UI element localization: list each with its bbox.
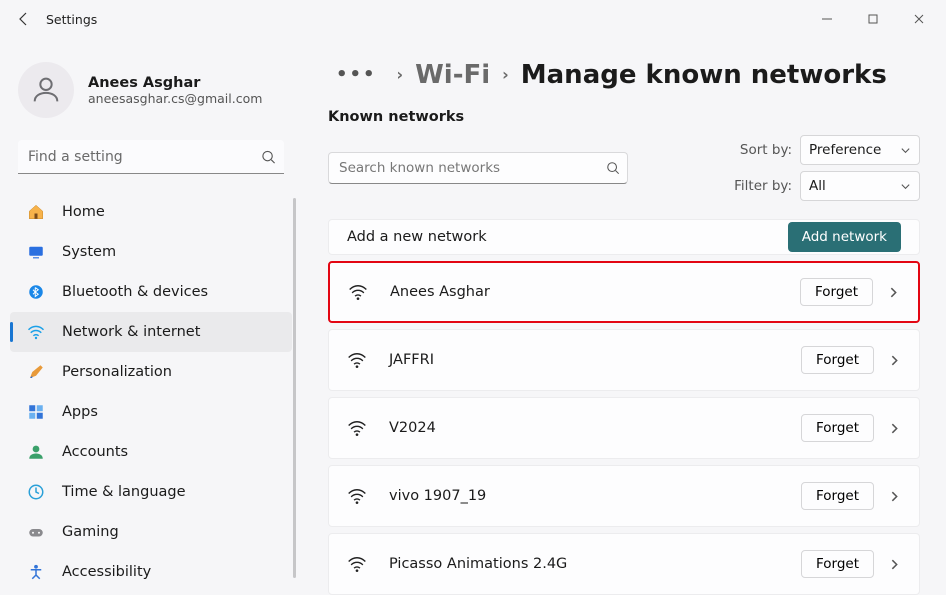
system-icon (26, 242, 46, 262)
nav-item-time-language[interactable]: Time & language (10, 472, 292, 512)
filter-value: All (809, 178, 826, 194)
network-row[interactable]: Anees Asghar Forget (328, 261, 920, 323)
settings-window: Settings Anees Asghar aneesasghar.cs@gma… (0, 0, 946, 595)
close-button[interactable] (896, 0, 942, 38)
nav-label: Personalization (62, 364, 172, 380)
network-row[interactable]: vivo 1907_19 Forget (328, 465, 920, 527)
nav-label: Home (62, 204, 105, 220)
sort-value: Preference (809, 142, 881, 158)
nav: Home System Bluetooth & devices Network … (4, 192, 298, 587)
chevron-right-icon[interactable] (888, 354, 901, 367)
nav-label: Accounts (62, 444, 128, 460)
nav-item-gaming[interactable]: Gaming (10, 512, 292, 552)
nav-item-bluetooth[interactable]: Bluetooth & devices (10, 272, 292, 312)
user-name: Anees Asghar (88, 75, 262, 91)
personalization-icon (26, 362, 46, 382)
window-title: Settings (46, 12, 97, 27)
network-row[interactable]: Picasso Animations 2.4G Forget (328, 533, 920, 595)
nav-item-network[interactable]: Network & internet (10, 312, 292, 352)
search-input[interactable] (18, 140, 284, 174)
breadcrumb-wifi[interactable]: Wi-Fi (415, 60, 490, 90)
nav-label: Time & language (62, 484, 186, 500)
chevron-down-icon (900, 145, 911, 156)
network-name: Anees Asghar (390, 284, 490, 300)
sidebar-search (18, 140, 284, 174)
nav-scrollbar[interactable] (293, 198, 296, 578)
time-language-icon (26, 482, 46, 502)
breadcrumb-ellipsis[interactable]: ••• (328, 58, 385, 91)
home-icon (26, 202, 46, 222)
controls-row: Sort by: Preference Filter by: All (328, 135, 920, 201)
chevron-right-icon[interactable] (888, 558, 901, 571)
titlebar: Settings (0, 0, 946, 38)
filter-label: Filter by: (734, 178, 792, 194)
page-title: Manage known networks (521, 60, 887, 90)
known-networks-search (328, 152, 628, 184)
network-row[interactable]: V2024 Forget (328, 397, 920, 459)
section-label: Known networks (328, 109, 920, 125)
network-name: V2024 (389, 420, 436, 436)
search-icon (606, 161, 620, 175)
chevron-right-icon: › (397, 65, 404, 84)
network-name: JAFFRI (389, 352, 434, 368)
filter-dropdown[interactable]: All (800, 171, 920, 201)
breadcrumb: ••• › Wi-Fi › Manage known networks (328, 58, 920, 91)
cards-list: Add a new network Add network Anees Asgh… (328, 219, 920, 595)
avatar (18, 62, 74, 118)
apps-icon (26, 402, 46, 422)
nav-label: Accessibility (62, 564, 151, 580)
user-block[interactable]: Anees Asghar aneesasghar.cs@gmail.com (4, 50, 298, 136)
chevron-right-icon[interactable] (887, 286, 900, 299)
back-button[interactable] (4, 0, 44, 38)
sidebar: Anees Asghar aneesasghar.cs@gmail.com Ho… (0, 38, 302, 595)
forget-button[interactable]: Forget (801, 482, 874, 510)
nav-label: Network & internet (62, 324, 200, 340)
maximize-button[interactable] (850, 0, 896, 38)
bluetooth-icon (26, 282, 46, 302)
wifi-icon (348, 282, 368, 302)
nav-item-apps[interactable]: Apps (10, 392, 292, 432)
nav-label: Gaming (62, 524, 119, 540)
sort-dropdown[interactable]: Preference (800, 135, 920, 165)
wifi-icon (347, 350, 367, 370)
main-content: ••• › Wi-Fi › Manage known networks Know… (302, 38, 946, 595)
accounts-icon (26, 442, 46, 462)
wifi-icon (347, 418, 367, 438)
nav-item-personalization[interactable]: Personalization (10, 352, 292, 392)
nav-label: Apps (62, 404, 98, 420)
known-networks-search-input[interactable] (328, 152, 628, 184)
minimize-button[interactable] (804, 0, 850, 38)
chevron-right-icon: › (502, 65, 509, 84)
nav-label: System (62, 244, 116, 260)
add-network-button[interactable]: Add network (788, 222, 901, 252)
chevron-right-icon[interactable] (888, 422, 901, 435)
nav-item-accounts[interactable]: Accounts (10, 432, 292, 472)
forget-button[interactable]: Forget (800, 278, 873, 306)
accessibility-icon (26, 562, 46, 582)
search-icon (261, 150, 276, 165)
network-row[interactable]: JAFFRI Forget (328, 329, 920, 391)
forget-button[interactable]: Forget (801, 346, 874, 374)
add-network-label: Add a new network (347, 229, 487, 245)
wifi-icon (347, 486, 367, 506)
nav-item-home[interactable]: Home (10, 192, 292, 232)
forget-button[interactable]: Forget (801, 414, 874, 442)
user-email: aneesasghar.cs@gmail.com (88, 91, 262, 106)
sort-label: Sort by: (740, 142, 792, 158)
network-icon (26, 322, 46, 342)
gaming-icon (26, 522, 46, 542)
nav-item-accessibility[interactable]: Accessibility (10, 552, 292, 587)
chevron-down-icon (900, 181, 911, 192)
network-name: vivo 1907_19 (389, 488, 486, 504)
wifi-icon (347, 554, 367, 574)
nav-item-system[interactable]: System (10, 232, 292, 272)
chevron-right-icon[interactable] (888, 490, 901, 503)
add-network-card: Add a new network Add network (328, 219, 920, 255)
nav-label: Bluetooth & devices (62, 284, 208, 300)
forget-button[interactable]: Forget (801, 550, 874, 578)
network-name: Picasso Animations 2.4G (389, 556, 567, 572)
